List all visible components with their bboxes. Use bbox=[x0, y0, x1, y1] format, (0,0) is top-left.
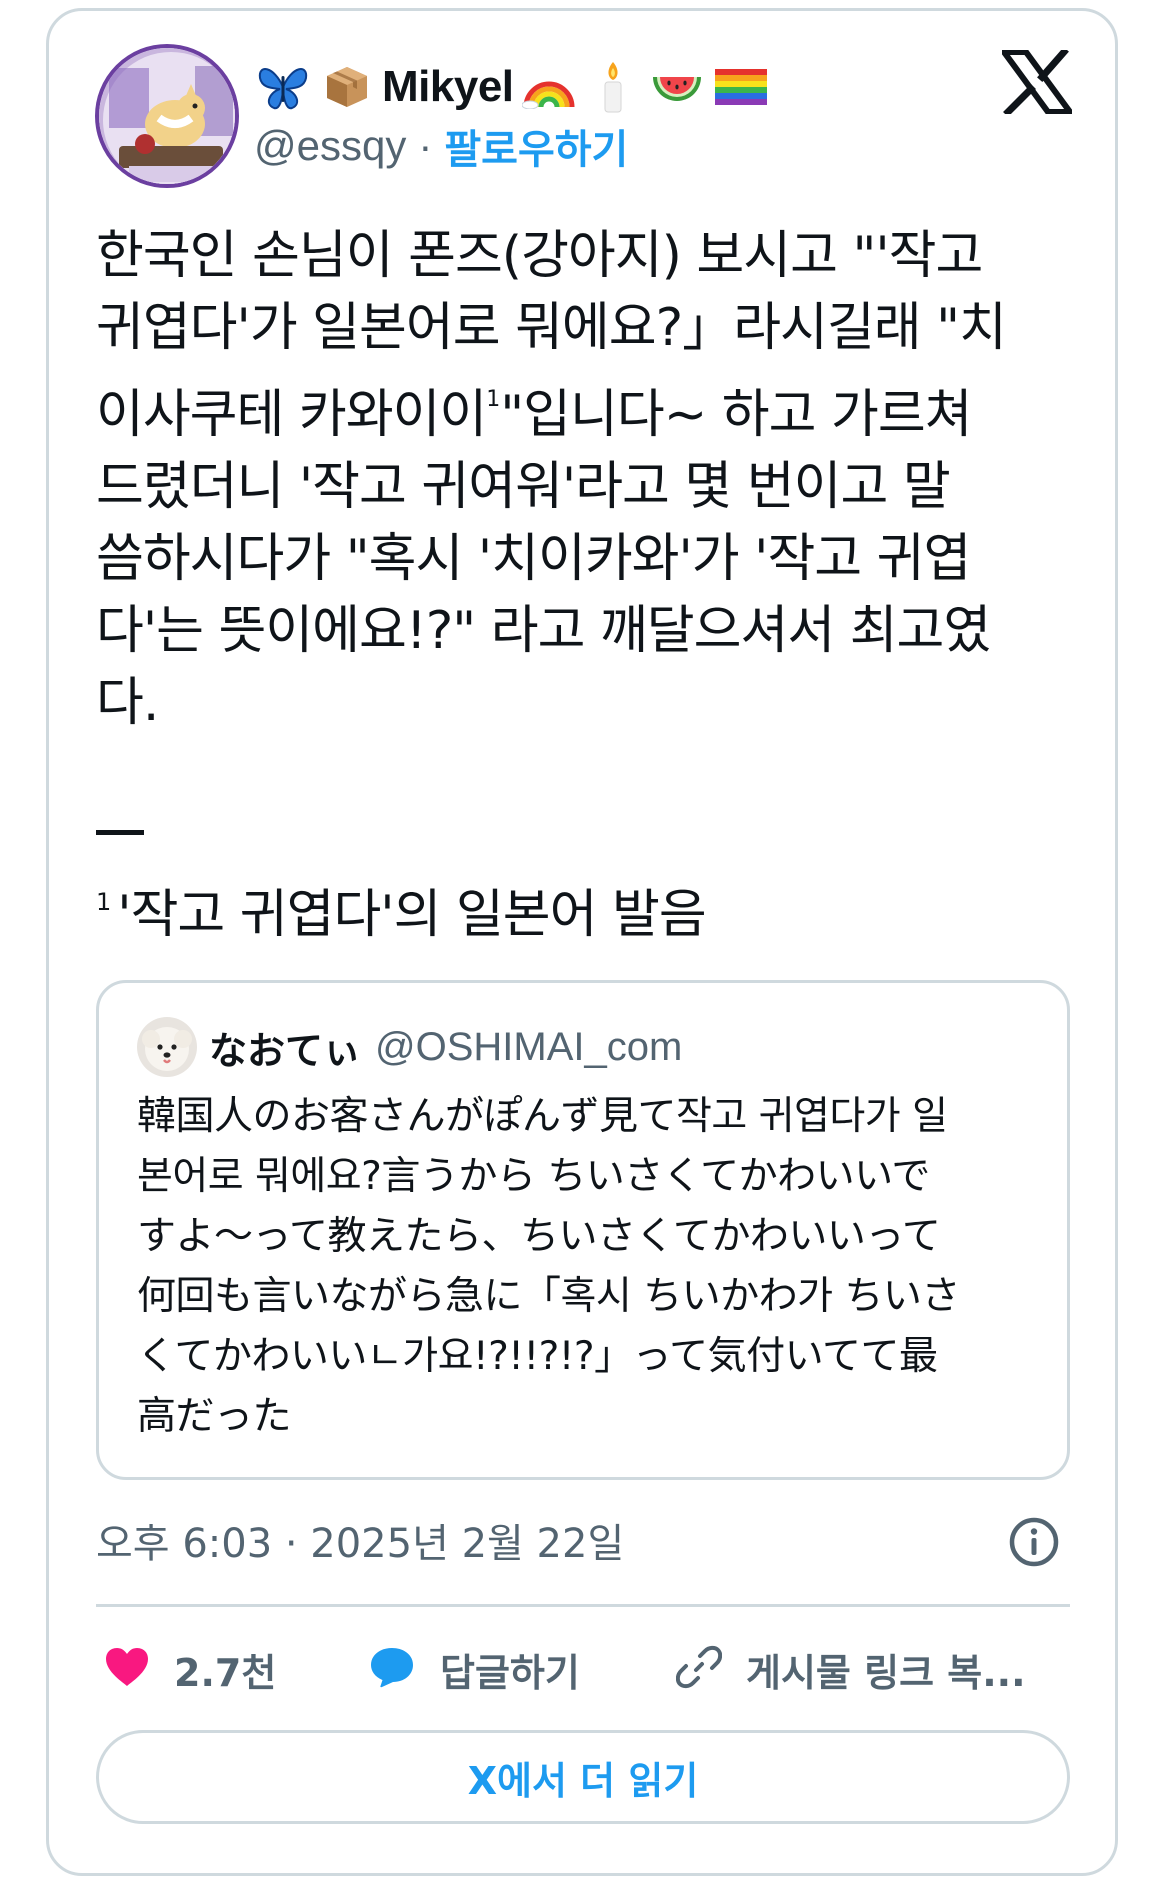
tweet-text-segment: 이사쿠테 카와이이 bbox=[96, 385, 487, 445]
follow-button[interactable]: 팔로우하기 bbox=[444, 117, 628, 175]
like-count: 2.7천 bbox=[174, 1650, 277, 1695]
tweet-text-line: 이사쿠테 카와이이1"입니다~ 하고 가르쳐 bbox=[96, 364, 1086, 451]
tweet-text-line: 다'는 뜻이에요!?" 라고 깨달으셔서 최고였 bbox=[96, 601, 991, 661]
reply-label: 답글하기 bbox=[440, 1650, 580, 1695]
tweet-timestamp[interactable]: 오후 6:03 · 2025년 2월 22일 bbox=[96, 1510, 624, 1570]
info-icon[interactable] bbox=[1008, 1516, 1060, 1568]
tweet-text-segment: "입니다~ 하고 가르쳐 bbox=[500, 385, 972, 445]
watermelon-icon bbox=[648, 58, 706, 116]
butterfly-icon bbox=[254, 58, 312, 116]
quoted-text-line: 韓国人のお客さんがぽんず見て작고 귀엽다가 일 bbox=[137, 1094, 948, 1139]
quoted-author-name[interactable]: なおてぃ bbox=[209, 1020, 361, 1075]
quoted-author-row: なおてぃ @OSHIMAI_com bbox=[209, 1019, 682, 1075]
quoted-author-avatar[interactable] bbox=[137, 1017, 197, 1077]
quoted-author-handle[interactable]: @OSHIMAI_com bbox=[375, 1025, 682, 1070]
rainbow-flag-icon bbox=[712, 58, 770, 116]
tweet-text-line: 귀엽다'가 일본어로 뭐에요?」라시길래 "치 bbox=[96, 298, 1007, 358]
actions-divider bbox=[96, 1604, 1070, 1607]
author-avatar[interactable] bbox=[95, 44, 239, 188]
footnote: 1 '작고 귀엽다'의 일본어 발음 bbox=[96, 866, 707, 951]
tweet-actions: 2.7천 답글하기 게시물 링크 복... bbox=[96, 1634, 1070, 1704]
dog-avatar-image bbox=[137, 1017, 197, 1077]
quoted-text-line: すよ〜って教えたら、ちいさくてかわいいって bbox=[137, 1214, 941, 1259]
quoted-tweet[interactable]: なおてぃ @OSHIMAI_com 韓国人のお客さんがぽんず見て작고 귀엽다가 … bbox=[96, 980, 1070, 1480]
reply-button[interactable]: 답글하기 bbox=[368, 1634, 580, 1704]
rainbow-icon bbox=[520, 58, 578, 116]
tweet-text-line: 다. bbox=[96, 673, 159, 733]
tweet-text-line: 드렸더니 '작고 귀여워'라고 몇 번이고 말 bbox=[96, 457, 951, 517]
footnote-text: '작고 귀엽다'의 일본어 발음 bbox=[117, 885, 706, 945]
quoted-text-line: 何回も言いながら急に「혹시 ちいかわ가 ちいさ bbox=[137, 1274, 960, 1319]
link-icon bbox=[675, 1644, 723, 1694]
quoted-tweet-text: 韓国人のお客さんがぽんず見て작고 귀엽다가 일 본어로 뭐에요?言うから ちいさ… bbox=[137, 1087, 1037, 1447]
author-display-name[interactable]: Mikyel bbox=[382, 62, 514, 112]
author-handle-row: @essqy · 팔로우하기 bbox=[254, 116, 628, 176]
author-handle[interactable]: @essqy bbox=[254, 122, 406, 170]
tweet-text-line: 한국인 손님이 폰즈(강아지) 보시고 "'작고 bbox=[96, 226, 983, 286]
like-button[interactable]: 2.7천 bbox=[104, 1634, 276, 1704]
x-logo-icon[interactable] bbox=[998, 47, 1076, 117]
author-name-row[interactable]: Mikyel bbox=[254, 52, 770, 122]
heart-icon bbox=[104, 1646, 150, 1692]
reply-bubble-icon bbox=[368, 1645, 416, 1693]
package-icon bbox=[318, 58, 376, 116]
quoted-text-line: 본어로 뭐에요?言うから ちいさくてかわいいで bbox=[137, 1154, 930, 1199]
copy-link-label: 게시물 링크 복... bbox=[746, 1650, 1026, 1695]
quoted-text-line: 高だった bbox=[137, 1394, 292, 1439]
candle-icon bbox=[584, 58, 642, 116]
footnote-marker: 1 bbox=[96, 888, 112, 916]
footnote-reference: 1 bbox=[486, 387, 501, 412]
copy-link-button[interactable]: 게시물 링크 복... bbox=[675, 1634, 1026, 1704]
tweet-text: 한국인 손님이 폰즈(강아지) 보시고 "'작고 귀엽다'가 일본어로 뭐에요?… bbox=[96, 220, 1086, 739]
quoted-text-line: くてかわいいㄴ가요!?!!?!?」って気付いてて最 bbox=[137, 1334, 938, 1379]
read-more-button[interactable]: X에서 더 읽기 bbox=[96, 1730, 1070, 1824]
tweet-text-line: 씀하시다가 "혹시 '치이카와'가 '작고 귀엽 bbox=[96, 529, 971, 589]
separator-dot: · bbox=[418, 122, 433, 169]
footnote-divider bbox=[96, 830, 144, 835]
